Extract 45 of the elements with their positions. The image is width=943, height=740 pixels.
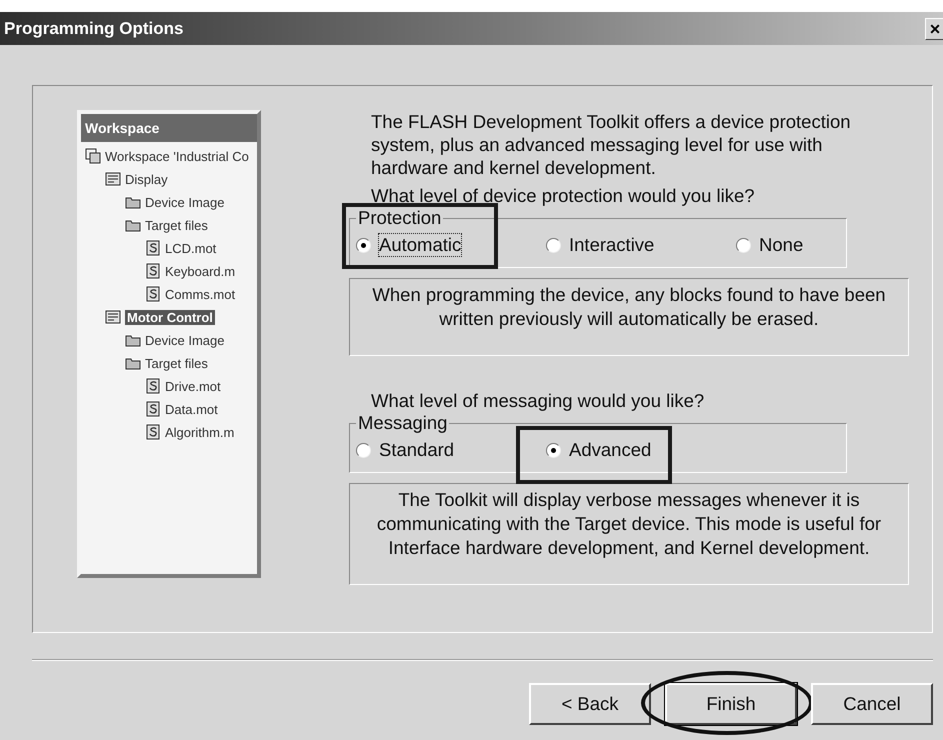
tree-item: Keyboard.m xyxy=(165,264,236,278)
file-icon xyxy=(145,378,161,394)
tree-item: Algorithm.m xyxy=(165,424,234,440)
tree-item: Comms.mot xyxy=(165,286,236,302)
tree-item: Target files xyxy=(145,356,208,370)
group-label: Protection xyxy=(357,207,442,229)
option-label[interactable]: Interactive xyxy=(568,233,656,257)
project-icon xyxy=(105,171,121,187)
close-button[interactable]: × xyxy=(925,18,943,40)
tree-item: Workspace 'Industrial Co xyxy=(105,148,249,164)
tree-item: Motor Control xyxy=(125,310,215,324)
description-text: When programming the device, any blocks found to have been written previously will automatically be erased. xyxy=(372,284,886,329)
radio-button[interactable] xyxy=(736,238,751,252)
tree-item: Drive.mot xyxy=(165,378,221,394)
file-icon xyxy=(145,263,161,279)
dialog-button[interactable]: < Back xyxy=(529,683,651,725)
tree-item: LCD.mot xyxy=(165,240,216,256)
group-label: Messaging xyxy=(357,412,448,434)
question-text: What level of messaging would you like? xyxy=(371,390,706,412)
tree-item: Device Image xyxy=(145,332,224,348)
option-label[interactable]: Automatic xyxy=(378,233,462,257)
workspace-title: Workspace xyxy=(85,120,160,136)
radio-button[interactable] xyxy=(546,238,561,252)
tree-item: Display xyxy=(125,172,168,186)
project-icon xyxy=(105,309,121,325)
tree-item: Device Image xyxy=(145,194,224,210)
workspace-icon xyxy=(85,148,101,164)
option-label[interactable]: None xyxy=(758,233,804,257)
radio-button[interactable] xyxy=(546,442,561,458)
tree-item: Data.mot xyxy=(165,402,218,416)
option-label[interactable]: Standard xyxy=(378,438,456,462)
file-icon xyxy=(145,286,161,302)
question-text: What level of device protection would you like? xyxy=(371,185,756,207)
intro-text: The FLASH Development Toolkit offers a device protection system, plus an advanced messaging level for use with hardware and kernel development. xyxy=(371,110,852,179)
radio-button[interactable] xyxy=(356,238,371,252)
file-icon xyxy=(145,424,161,440)
tree-item: Target files xyxy=(145,218,208,232)
file-icon xyxy=(145,240,161,256)
description-text: The Toolkit will display verbose messages whenever it is communicating with the Target device. This mode is useful for Interface hardware development, and Kernel development. xyxy=(376,489,882,558)
window-title: Programming Options xyxy=(4,18,184,38)
radio-button[interactable] xyxy=(356,442,371,458)
dialog-button[interactable]: Cancel xyxy=(811,683,933,725)
file-icon xyxy=(145,401,161,417)
dialog-button[interactable]: Finish xyxy=(665,683,797,725)
option-label[interactable]: Advanced xyxy=(568,438,652,462)
